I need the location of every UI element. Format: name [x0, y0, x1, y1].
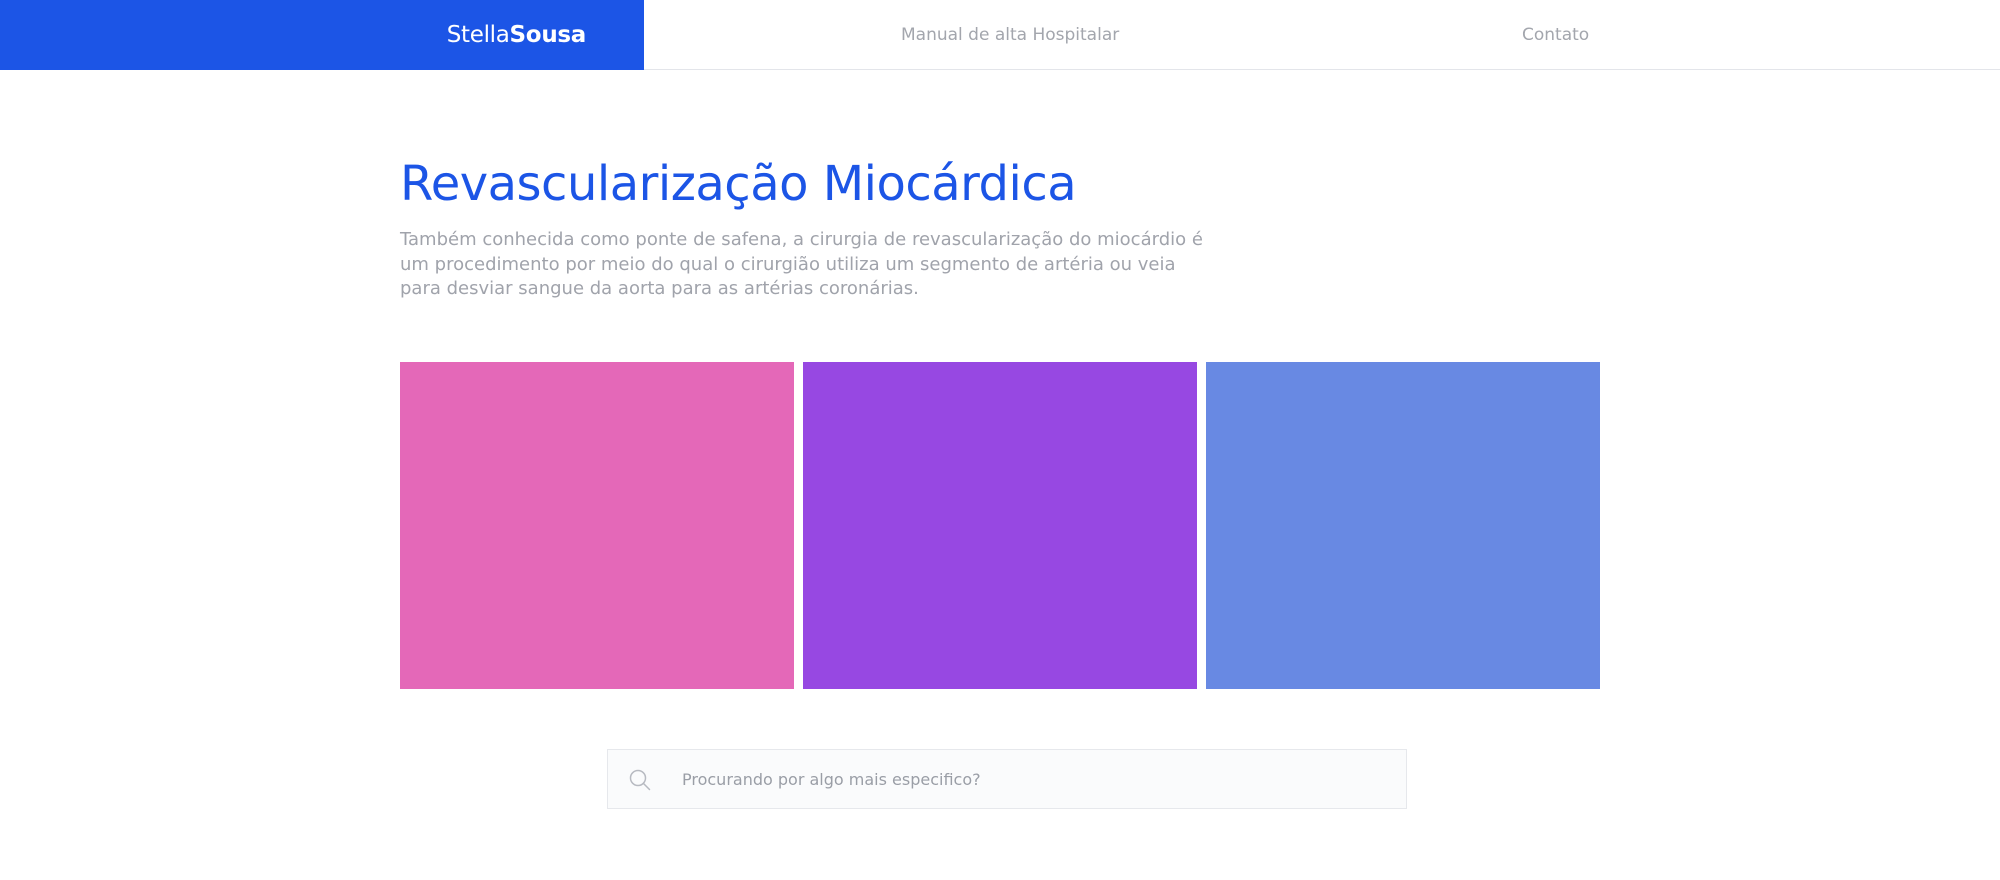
- page-title: Revascularização Miocárdica: [400, 156, 1077, 212]
- brand-logo[interactable]: StellaSousa: [0, 0, 644, 70]
- page-description: Também conhecida como ponte de safena, a…: [400, 229, 1203, 299]
- card-blue[interactable]: [1206, 362, 1600, 689]
- search-box: [607, 749, 1407, 809]
- brand-first-name: Stella: [446, 22, 510, 48]
- card-purple[interactable]: [803, 362, 1197, 689]
- card-pink[interactable]: [400, 362, 794, 689]
- brand-last-name: Sousa: [509, 22, 587, 48]
- search-icon[interactable]: [628, 768, 652, 792]
- search-input[interactable]: [682, 750, 1382, 808]
- nav-link-contato[interactable]: Contato: [1522, 0, 1589, 70]
- nav-link-manual[interactable]: Manual de alta Hospitalar: [901, 0, 1119, 70]
- card-grid: [400, 362, 1600, 689]
- top-navigation: StellaSousa Manual de alta Hospitalar Co…: [0, 0, 2000, 70]
